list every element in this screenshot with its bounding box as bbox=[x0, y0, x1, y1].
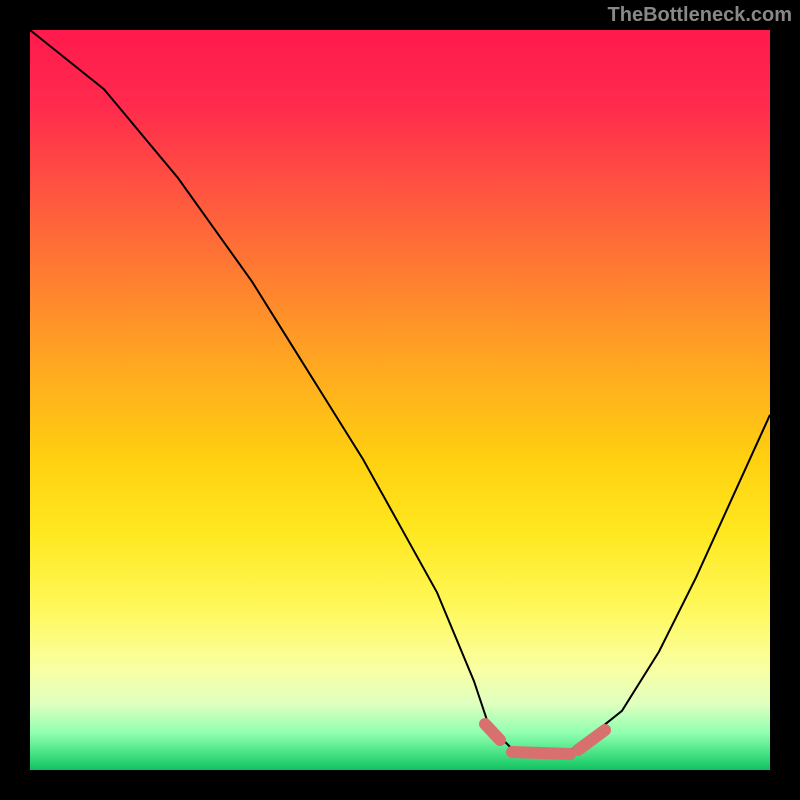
optimal-region-marker-right bbox=[578, 730, 605, 750]
optimal-region-marker-left bbox=[485, 724, 500, 740]
curve-right-branch bbox=[511, 415, 770, 755]
curve-svg bbox=[30, 30, 770, 770]
curve-left-branch bbox=[30, 30, 511, 748]
optimal-region-marker-mid bbox=[512, 752, 570, 754]
plot-area bbox=[30, 30, 770, 770]
watermark-text: TheBottleneck.com bbox=[608, 4, 792, 27]
